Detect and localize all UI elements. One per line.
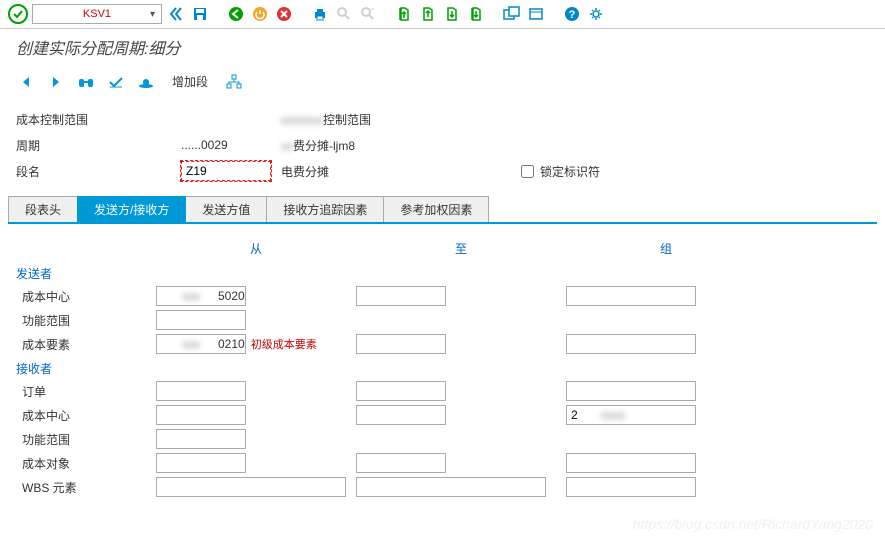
segname-input[interactable] bbox=[181, 161, 271, 181]
recv-order-grp[interactable] bbox=[566, 381, 696, 401]
recv-cost-center-to[interactable] bbox=[356, 405, 446, 425]
cancel-icon[interactable] bbox=[274, 4, 294, 24]
print-icon[interactable] bbox=[310, 4, 330, 24]
cost-ctrl-desc: xxxxxxx控制范围 bbox=[281, 111, 481, 128]
recv-order-label: 订单 bbox=[16, 383, 156, 400]
recv-cost-obj-grp[interactable] bbox=[566, 453, 696, 473]
add-segment-button[interactable]: 增加段 bbox=[166, 71, 214, 92]
col-group: 组 bbox=[566, 240, 766, 257]
recv-func-area-from[interactable] bbox=[156, 429, 246, 449]
svg-text:?: ? bbox=[569, 9, 576, 21]
period-value: ......0029 bbox=[181, 138, 281, 152]
segname-label: 段名 bbox=[16, 163, 181, 180]
sender-cost-elem-grp[interactable] bbox=[566, 334, 696, 354]
find-icon[interactable] bbox=[334, 4, 354, 24]
tcode-selector[interactable]: KSV1 bbox=[32, 4, 162, 24]
prev-arrow-icon[interactable] bbox=[16, 72, 36, 92]
next-page-icon[interactable] bbox=[442, 4, 462, 24]
page-title: 创建实际分配周期:细分 bbox=[0, 29, 885, 65]
next-arrow-icon[interactable] bbox=[46, 72, 66, 92]
hat-icon[interactable] bbox=[136, 72, 156, 92]
cost-ctrl-label: 成本控制范围 bbox=[16, 111, 181, 128]
structure-icon[interactable] bbox=[224, 72, 244, 92]
new-window-icon[interactable] bbox=[502, 4, 522, 24]
watermark: https://blog.csdn.net/RichardYang2020 bbox=[633, 516, 873, 532]
sender-func-area-label: 功能范围 bbox=[16, 312, 156, 329]
find-next-icon[interactable] bbox=[358, 4, 378, 24]
tab-sender-values[interactable]: 发送方值 bbox=[185, 196, 267, 222]
back-icon[interactable] bbox=[226, 4, 246, 24]
last-page-icon[interactable] bbox=[466, 4, 486, 24]
settings-icon[interactable] bbox=[586, 4, 606, 24]
help-icon[interactable]: ? bbox=[562, 4, 582, 24]
tabs: 段表头 发送方/接收方 发送方值 接收方追踪因素 参考加权因素 bbox=[8, 196, 877, 224]
recv-order-from[interactable] bbox=[156, 381, 246, 401]
column-headers: 从 至 组 bbox=[16, 240, 869, 257]
cost-elem-note: 初级成本要素 bbox=[251, 336, 317, 352]
sender-cost-elem-label: 成本要素 bbox=[16, 336, 156, 353]
back-all-icon[interactable] bbox=[166, 4, 186, 24]
first-page-icon[interactable] bbox=[394, 4, 414, 24]
lock-checkbox[interactable] bbox=[521, 165, 534, 178]
recv-cost-obj-to[interactable] bbox=[356, 453, 446, 473]
period-desc: xx费分摊-ljm8 bbox=[281, 137, 481, 154]
sender-cost-center-label: 成本中心 bbox=[16, 288, 156, 305]
binoculars-icon[interactable] bbox=[76, 72, 96, 92]
segname-desc: 电费分摊 bbox=[281, 163, 481, 180]
recv-wbs-label: WBS 元素 bbox=[16, 479, 156, 496]
tab-content: 从 至 组 发送者 成本中心 xxx5020 功能范围 成本要素 xxx0210… bbox=[0, 224, 885, 507]
col-to: 至 bbox=[356, 240, 566, 257]
sub-toolbar: 增加段 bbox=[0, 65, 885, 98]
col-from: 从 bbox=[156, 240, 356, 257]
recv-cost-obj-label: 成本对象 bbox=[16, 455, 156, 472]
prev-page-icon[interactable] bbox=[418, 4, 438, 24]
exit-icon[interactable] bbox=[250, 4, 270, 24]
tab-header[interactable]: 段表头 bbox=[8, 196, 78, 222]
tab-sender-receiver[interactable]: 发送方/接收方 bbox=[77, 196, 186, 222]
receiver-section-title: 接收者 bbox=[16, 360, 869, 377]
lock-label: 锁定标识符 bbox=[540, 163, 600, 180]
recv-cost-center-label: 成本中心 bbox=[16, 407, 156, 424]
save-icon[interactable] bbox=[190, 4, 210, 24]
sender-cost-elem-to[interactable] bbox=[356, 334, 446, 354]
recv-wbs-to[interactable] bbox=[356, 477, 546, 497]
header-form: 成本控制范围 xxxxxxx控制范围 周期 ......0029 xx费分摊-l… bbox=[0, 98, 885, 196]
sender-section-title: 发送者 bbox=[16, 265, 869, 282]
sender-cost-center-grp[interactable] bbox=[566, 286, 696, 306]
layout-icon[interactable] bbox=[526, 4, 546, 24]
sender-func-area-from[interactable] bbox=[156, 310, 246, 330]
tab-receiver-trace[interactable]: 接收方追踪因素 bbox=[266, 196, 384, 222]
ok-icon[interactable] bbox=[8, 4, 28, 24]
check-icon[interactable] bbox=[106, 72, 126, 92]
recv-wbs-grp[interactable] bbox=[566, 477, 696, 497]
recv-order-to[interactable] bbox=[356, 381, 446, 401]
recv-func-area-label: 功能范围 bbox=[16, 431, 156, 448]
recv-cost-center-grp[interactable] bbox=[566, 405, 696, 425]
recv-wbs-from[interactable] bbox=[156, 477, 346, 497]
tab-weight-factor[interactable]: 参考加权因素 bbox=[383, 196, 489, 222]
main-toolbar: KSV1 ? bbox=[0, 0, 885, 29]
tcode-value: KSV1 bbox=[83, 8, 111, 20]
recv-cost-obj-from[interactable] bbox=[156, 453, 246, 473]
recv-cost-center-from[interactable] bbox=[156, 405, 246, 425]
sender-cost-center-to[interactable] bbox=[356, 286, 446, 306]
period-label: 周期 bbox=[16, 137, 181, 154]
